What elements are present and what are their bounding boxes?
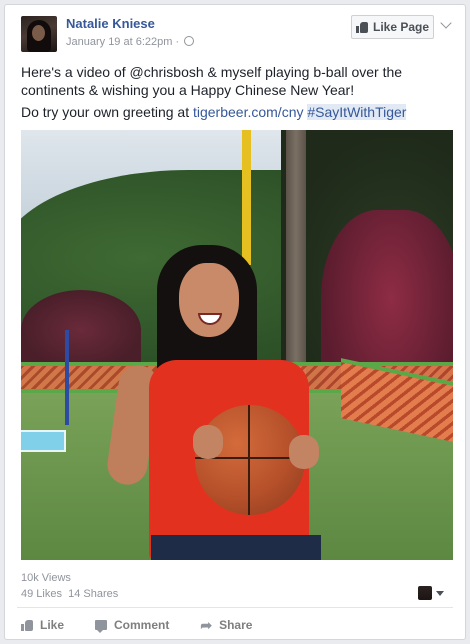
like-count[interactable]: 49 Likes — [21, 588, 62, 600]
thumbs-up-icon — [21, 619, 33, 631]
share-label: Share — [219, 618, 253, 632]
like-button[interactable]: Like — [21, 618, 64, 632]
hashtag-link[interactable]: #SayItWithTiger — [307, 104, 407, 120]
post-card: Natalie Kniese January 19 at 6:22pm · Li… — [4, 4, 466, 640]
action-bar: Like Comment ➦ Share — [21, 614, 283, 636]
share-button[interactable]: ➦ Share — [200, 618, 252, 632]
thumbs-up-icon — [355, 21, 368, 33]
caret-down-icon[interactable] — [436, 591, 444, 596]
post-text: Here's a video of @chrisbosh & myself pl… — [21, 63, 457, 125]
author-avatar[interactable] — [21, 16, 57, 52]
globe-icon[interactable] — [184, 36, 195, 46]
share-arrow-icon: ➦ — [200, 617, 213, 633]
comment-icon — [95, 620, 108, 633]
action-divider — [17, 607, 453, 608]
video-player[interactable] — [21, 130, 453, 560]
meta-separator: · — [175, 36, 180, 48]
basketball — [195, 405, 305, 515]
comment-button[interactable]: Comment — [95, 618, 170, 633]
video-subject — [104, 245, 341, 560]
post-text-prefix: Do try your own greeting at — [21, 104, 193, 120]
post-text-line2: Do try your own greeting at tigerbeer.co… — [21, 103, 457, 121]
like-page-label: Like Page — [372, 20, 430, 34]
post-meta: January 19 at 6:22pm · — [66, 36, 195, 48]
author-name[interactable]: Natalie Kniese — [66, 16, 155, 31]
post-stats: 10k Views 49 Likes 14 Shares — [21, 570, 118, 602]
like-page-button[interactable]: Like Page — [351, 15, 434, 39]
post-timestamp[interactable]: January 19 at 6:22pm — [66, 36, 172, 48]
share-count[interactable]: 14 Shares — [68, 588, 118, 600]
post-text-line1: Here's a video of @chrisbosh & myself pl… — [21, 64, 403, 98]
chevron-down-icon[interactable] — [440, 17, 452, 29]
viewer-avatar[interactable] — [418, 586, 432, 600]
comment-label: Comment — [114, 618, 170, 632]
like-label: Like — [40, 618, 65, 632]
view-count: 10k Views — [21, 572, 71, 584]
external-link[interactable]: tigerbeer.com/cny — [193, 104, 304, 120]
